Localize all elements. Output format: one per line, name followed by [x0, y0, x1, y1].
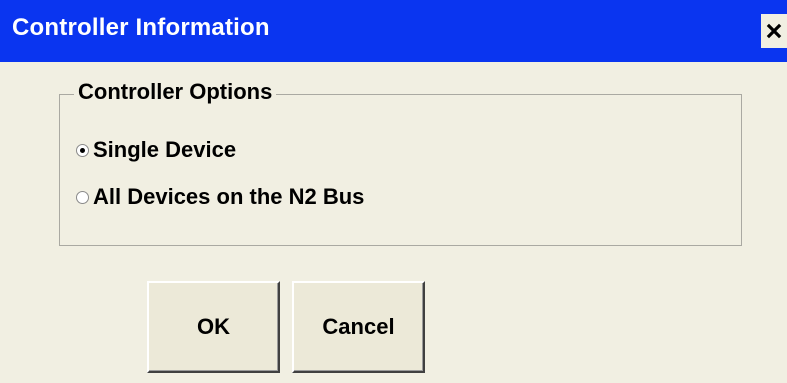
radio-unchecked-icon[interactable] [76, 190, 89, 204]
radio-label-single-device[interactable]: Single Device [93, 137, 236, 163]
window-title: Controller Information [12, 14, 270, 41]
radio-single-device[interactable]: Single Device [76, 135, 236, 165]
group-legend: Controller Options [74, 79, 277, 105]
cancel-button[interactable]: Cancel [292, 281, 425, 373]
radio-all-devices[interactable]: All Devices on the N2 Bus [76, 182, 364, 212]
radio-label-all-devices[interactable]: All Devices on the N2 Bus [93, 184, 364, 210]
controller-options-group [59, 94, 742, 246]
controller-information-dialog: Controller Information Controller Option… [0, 0, 787, 383]
title-bar: Controller Information [0, 0, 787, 62]
close-icon [766, 23, 782, 39]
close-button[interactable] [761, 14, 787, 48]
radio-checked-icon[interactable] [76, 143, 89, 157]
ok-button[interactable]: OK [147, 281, 280, 373]
